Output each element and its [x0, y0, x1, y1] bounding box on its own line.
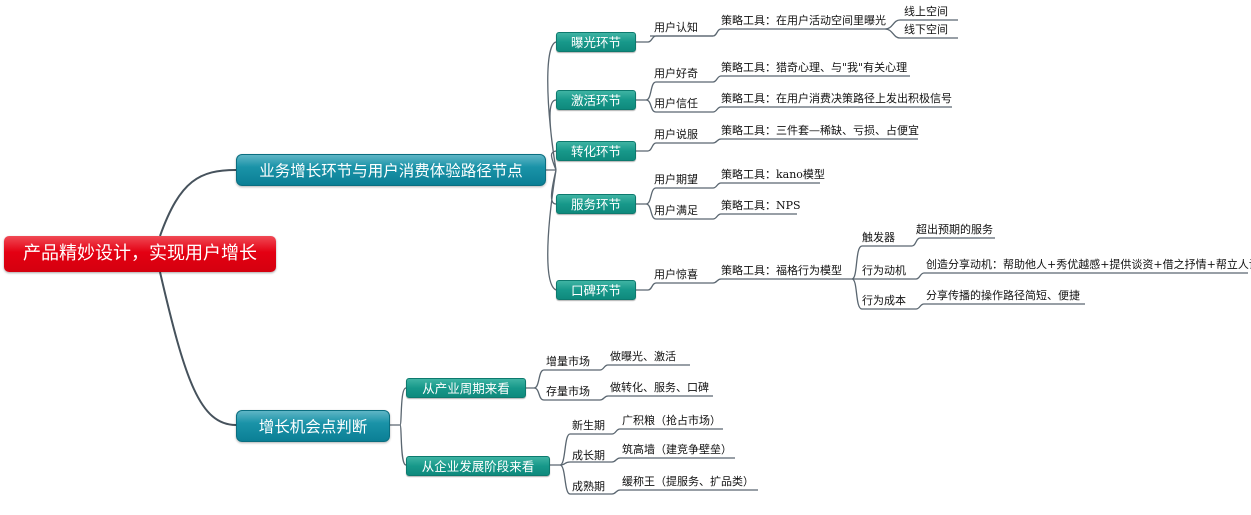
phase-mature[interactable]: 成熟期 [570, 480, 607, 496]
branch-growth-stages[interactable]: 业务增长环节与用户消费体验路径节点 [236, 154, 546, 186]
tool-fogg-model[interactable]: 策略工具：福格行为模型 [719, 264, 844, 280]
tool-trust[interactable]: 策略工具：在用户消费决策路径上发出积极信号 [719, 92, 954, 108]
tool-exposure[interactable]: 策略工具：在用户活动空间里曝光 [719, 14, 888, 30]
stage-activation[interactable]: 激活环节 [556, 90, 636, 110]
need-satisfaction[interactable]: 用户满足 [652, 204, 700, 220]
detail-online-space[interactable]: 线上空间 [902, 5, 950, 21]
connector-branch1-stages [546, 41, 557, 291]
tool-curiosity[interactable]: 策略工具：猎奇心理、与"我"有关心理 [719, 61, 909, 77]
detail-offline-space[interactable]: 线下空间 [902, 23, 950, 39]
factor-trigger-value[interactable]: 超出预期的服务 [914, 223, 995, 239]
tool-nps[interactable]: 策略工具：NPS [719, 199, 803, 215]
tool-kano[interactable]: 策略工具：kano模型 [719, 168, 827, 184]
market-incremental[interactable]: 增量市场 [544, 355, 592, 371]
need-trust[interactable]: 用户信任 [652, 97, 700, 113]
connector-branch2-views [390, 387, 407, 466]
phase-mature-value[interactable]: 缓称王（提服务、扩品类） [620, 475, 756, 491]
factor-trigger[interactable]: 触发器 [860, 231, 897, 247]
view-enterprise-stage[interactable]: 从企业发展阶段来看 [406, 456, 550, 476]
need-awareness[interactable]: 用户认知 [652, 21, 700, 37]
stage-word-of-mouth[interactable]: 口碑环节 [556, 280, 636, 300]
mind-map-canvas: 产品精妙设计，实现用户增长 业务增长环节与用户消费体验路径节点 曝光环节 激活环… [0, 0, 1251, 515]
factor-motivation[interactable]: 行为动机 [860, 264, 908, 280]
phase-newborn[interactable]: 新生期 [570, 419, 607, 435]
branch-growth-opportunity[interactable]: 增长机会点判断 [236, 410, 390, 442]
factor-motivation-value[interactable]: 创造分享动机：帮助他人+秀优越感+提供谈资+借之抒情+帮立人设 [924, 258, 1251, 274]
need-curiosity[interactable]: 用户好奇 [652, 67, 700, 83]
market-stock[interactable]: 存量市场 [544, 385, 592, 401]
need-surprise[interactable]: 用户惊喜 [652, 268, 700, 284]
connector-root-branch1 [159, 169, 237, 237]
view-industry-cycle[interactable]: 从产业周期来看 [406, 378, 526, 398]
factor-cost-value[interactable]: 分享传播的操作路径简短、便捷 [924, 289, 1082, 305]
stage-service[interactable]: 服务环节 [556, 194, 636, 214]
market-incremental-value[interactable]: 做曝光、激活 [608, 350, 678, 366]
factor-cost[interactable]: 行为成本 [860, 294, 908, 310]
connector-root-branch2 [159, 271, 237, 426]
phase-growth-value[interactable]: 筑高墙（建竞争壁垒） [620, 443, 734, 459]
tool-persuasion[interactable]: 策略工具：三件套—稀缺、亏损、占便宜 [719, 124, 921, 140]
need-expectation[interactable]: 用户期望 [652, 173, 700, 189]
stage-exposure[interactable]: 曝光环节 [556, 32, 636, 52]
phase-growth[interactable]: 成长期 [570, 449, 607, 465]
stage-conversion[interactable]: 转化环节 [556, 141, 636, 161]
root-node[interactable]: 产品精妙设计，实现用户增长 [4, 236, 276, 272]
need-persuasion[interactable]: 用户说服 [652, 128, 700, 144]
market-stock-value[interactable]: 做转化、服务、口碑 [608, 381, 711, 397]
phase-newborn-value[interactable]: 广积粮（抢占市场） [620, 414, 723, 430]
